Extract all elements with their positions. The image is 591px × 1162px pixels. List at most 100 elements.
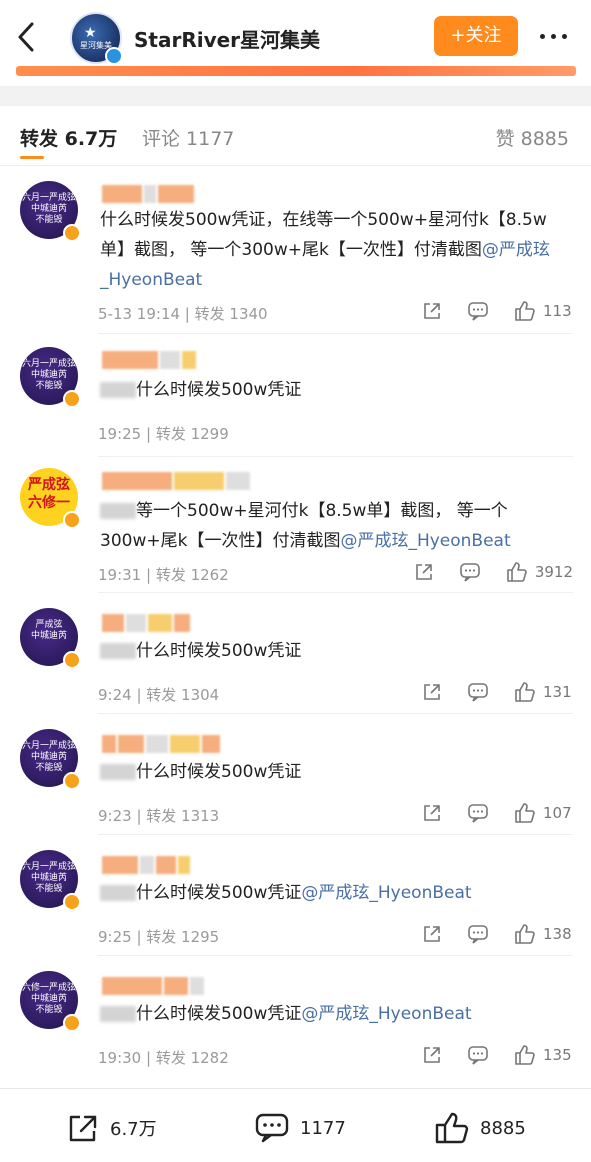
share-icon[interactable] bbox=[421, 802, 443, 824]
tab-repost[interactable]: 转发 6.7万 bbox=[20, 124, 117, 151]
repost-content: 什么时候发500w凭证，在线等一个500w+星河付k【8.5w单】截图， 等一个… bbox=[100, 205, 570, 295]
avatar[interactable]: 六月一严成弦 中城迪芮 不能毁 bbox=[20, 347, 81, 408]
blurred-text bbox=[100, 1006, 136, 1022]
like-icon[interactable] bbox=[513, 1044, 535, 1066]
back-arrow-icon[interactable] bbox=[12, 20, 42, 54]
like-icon[interactable] bbox=[513, 300, 535, 322]
comment-icon[interactable] bbox=[459, 561, 481, 583]
mention-link[interactable]: @严成玹_HyeonBeat bbox=[301, 883, 471, 903]
avatar-text: 六修一严成弦 中城迪芮 不能毁 bbox=[21, 983, 76, 1015]
repost-text: 什么时候发500w凭证，在线等一个500w+星河付k【8.5w单】截图， 等一个… bbox=[100, 210, 547, 260]
action-row: 3912 bbox=[389, 560, 573, 584]
like-icon[interactable] bbox=[513, 923, 535, 945]
share-icon[interactable] bbox=[421, 681, 443, 703]
bottom-action-bar: 6.7万 1177 8885 bbox=[0, 1088, 591, 1162]
star-icon: ★ bbox=[84, 24, 97, 40]
repost-content: 什么时候发500w凭证 bbox=[100, 375, 570, 405]
divider bbox=[98, 592, 573, 593]
username-blurred[interactable] bbox=[102, 185, 194, 205]
action-row: 138 bbox=[397, 922, 573, 946]
like-count: 107 bbox=[543, 804, 572, 822]
comment-icon[interactable] bbox=[467, 681, 489, 703]
like-icon[interactable] bbox=[505, 561, 527, 583]
footer-like-button[interactable]: 8885 bbox=[434, 1112, 526, 1144]
avatar[interactable]: 六修一严成弦 中城迪芮 不能毁 bbox=[20, 971, 81, 1032]
list-item[interactable]: 六月一严成弦 中城迪芮 不能毁 什么时候发500w凭证 19:25 | 转发 1… bbox=[0, 335, 591, 457]
username-blurred[interactable] bbox=[102, 856, 190, 876]
comment-icon[interactable] bbox=[467, 300, 489, 322]
section-gap bbox=[0, 86, 591, 106]
mention-link[interactable]: @严成玹_HyeonBeat bbox=[301, 1004, 471, 1024]
verified-badge-icon bbox=[105, 47, 123, 65]
list-item[interactable]: 六月一严成弦 中城迪芮 不能毁 什么时候发500w凭证 9:23 | 转发 13… bbox=[0, 715, 591, 835]
avatar[interactable]: 六月一严成弦 中城迪芮 不能毁 bbox=[20, 729, 81, 790]
list-item[interactable]: 严成弦 六修一 等一个500w+星河付k【8.5w单】截图， 等一个300w+尾… bbox=[0, 458, 591, 593]
more-options-icon[interactable] bbox=[540, 26, 574, 46]
avatar[interactable]: 六月一严成弦 中城迪芮 不能毁 bbox=[20, 850, 81, 911]
list-item[interactable]: 严成弦 中城迪芮 什么时候发500w凭证 9:24 | 转发 1304 131 bbox=[0, 594, 591, 714]
username-blurred[interactable] bbox=[102, 977, 204, 997]
repost-content: 什么时候发500w凭证@严成玹_HyeonBeat bbox=[100, 999, 570, 1029]
like-count: 135 bbox=[543, 1046, 572, 1064]
avatar[interactable]: 严成弦 六修一 bbox=[20, 468, 81, 529]
footer-comment-count: 1177 bbox=[300, 1117, 346, 1139]
like-icon[interactable] bbox=[513, 802, 535, 824]
share-icon[interactable] bbox=[421, 1044, 443, 1066]
list-item[interactable]: 六修一严成弦 中城迪芮 不能毁 什么时候发500w凭证@严成玹_HyeonBea… bbox=[0, 957, 591, 1077]
tab-comment[interactable]: 评论 1177 bbox=[142, 124, 234, 151]
like-count: 131 bbox=[543, 683, 572, 701]
list-item[interactable]: 六月一严成弦 中城迪芮 不能毁 什么时候发500w凭证@严成玹_HyeonBea… bbox=[0, 836, 591, 956]
repost-content: 什么时候发500w凭证 bbox=[100, 636, 570, 666]
avatar[interactable]: 严成弦 中城迪芮 bbox=[20, 608, 81, 669]
avatar-text: 六月一严成弦 中城迪芮 不能毁 bbox=[21, 193, 76, 225]
footer-comment-button[interactable]: 1177 bbox=[254, 1113, 346, 1143]
blurred-text bbox=[100, 503, 136, 519]
username-blurred[interactable] bbox=[102, 614, 190, 634]
verified-badge-icon bbox=[63, 390, 81, 408]
verified-badge-icon bbox=[63, 511, 81, 529]
repost-icon bbox=[69, 1115, 97, 1142]
verified-badge-icon bbox=[63, 893, 81, 911]
username-blurred[interactable] bbox=[102, 735, 220, 755]
repost-text: 什么时候发500w凭证 bbox=[136, 1004, 302, 1024]
comment-icon[interactable] bbox=[467, 923, 489, 945]
repost-meta: 9:25 | 转发 1295 bbox=[98, 928, 220, 946]
action-row: 131 bbox=[397, 680, 573, 704]
follow-button[interactable]: +关注 bbox=[434, 16, 518, 56]
verified-badge-icon bbox=[63, 224, 81, 242]
like-count: 138 bbox=[543, 925, 572, 943]
like-count: 3912 bbox=[534, 563, 573, 581]
repost-content: 等一个500w+星河付k【8.5w单】截图， 等一个300w+尾k【一次性】付清… bbox=[100, 496, 570, 556]
comment-icon[interactable] bbox=[467, 802, 489, 824]
mention-link[interactable]: @严成玹_HyeonBeat bbox=[340, 531, 510, 551]
repost-text: 什么时候发500w凭证 bbox=[136, 380, 302, 400]
username-blurred[interactable] bbox=[102, 472, 250, 492]
share-icon[interactable] bbox=[413, 561, 435, 583]
post-image-strip bbox=[16, 66, 576, 76]
tab-like[interactable]: 赞 8885 bbox=[496, 124, 569, 151]
action-row: 113 bbox=[397, 299, 573, 323]
footer-repost-button[interactable]: 6.7万 bbox=[66, 1113, 157, 1143]
divider bbox=[98, 713, 573, 714]
footer-like-count: 8885 bbox=[480, 1117, 526, 1139]
account-name[interactable]: StarRiver星河集美 bbox=[134, 24, 320, 53]
avatar[interactable]: 六月一严成弦 中城迪芮 不能毁 bbox=[20, 181, 81, 242]
active-tab-indicator bbox=[20, 156, 44, 159]
divider bbox=[98, 456, 573, 457]
divider bbox=[98, 834, 573, 835]
comment-icon[interactable] bbox=[467, 1044, 489, 1066]
comment-icon bbox=[255, 1113, 289, 1143]
divider bbox=[98, 955, 573, 956]
username-blurred[interactable] bbox=[102, 351, 196, 371]
blurred-text bbox=[100, 382, 136, 398]
like-icon[interactable] bbox=[513, 681, 535, 703]
repost-meta: 19:25 | 转发 1299 bbox=[98, 425, 229, 443]
account-avatar[interactable]: ★ 星河集美 bbox=[70, 12, 123, 65]
repost-text: 什么时候发500w凭证 bbox=[136, 883, 302, 903]
list-item[interactable]: 六月一严成弦 中城迪芮 不能毁 什么时候发500w凭证，在线等一个500w+星河… bbox=[0, 167, 591, 334]
action-row: 107 bbox=[397, 801, 573, 825]
share-icon[interactable] bbox=[421, 923, 443, 945]
blurred-text bbox=[100, 643, 136, 659]
share-icon[interactable] bbox=[421, 300, 443, 322]
verified-badge-icon bbox=[63, 772, 81, 790]
